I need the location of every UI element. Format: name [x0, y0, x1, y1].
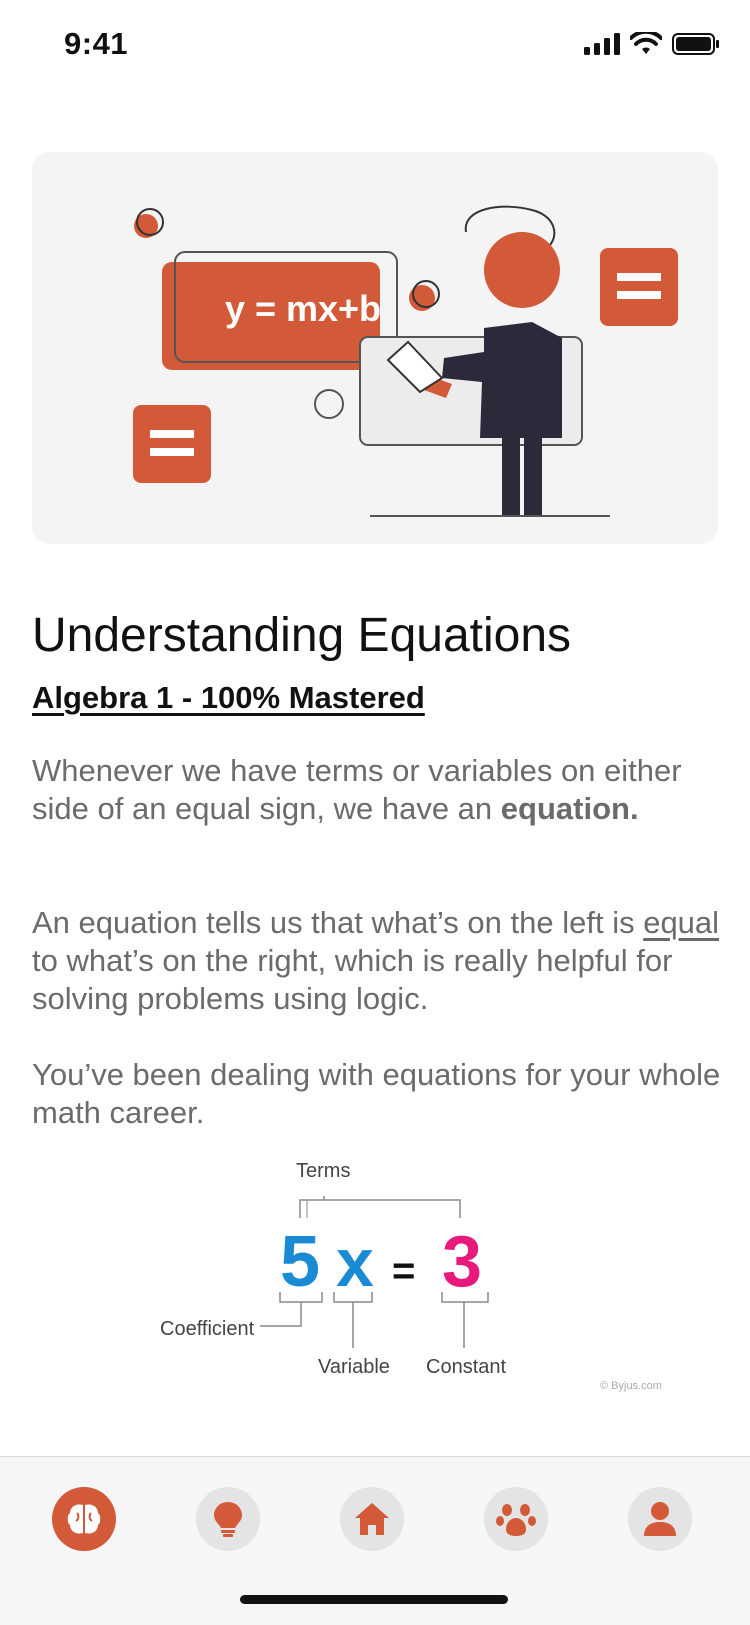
bottom-nav: [0, 1456, 750, 1625]
nav-community-button[interactable]: [484, 1487, 548, 1551]
home-indicator[interactable]: [240, 1595, 508, 1604]
nav-home-button[interactable]: [340, 1487, 404, 1551]
equation-term: equation.: [500, 791, 639, 826]
mastery-link[interactable]: Algebra 1 - 100% Mastered: [32, 680, 425, 716]
status-icons: [584, 32, 720, 56]
paragraph-explanation-text: to what’s on the right, which is really …: [32, 943, 673, 1016]
brain-icon: [67, 1504, 101, 1534]
paragraph-definition: Whenever we have terms or variables on e…: [32, 752, 722, 828]
page-title: Understanding Equations: [32, 609, 572, 662]
paragraph-explanation: An equation tells us that what’s on the …: [32, 904, 722, 1018]
equation-diagram: 5 x = 3 Terms Coefficient Variable Const…: [160, 1160, 700, 1446]
equation-label: y = mx+b: [224, 288, 382, 329]
equals-glyph: =: [392, 1249, 415, 1293]
coefficient-label: Coefficient: [160, 1318, 255, 1340]
status-bar: 9:41: [0, 0, 750, 92]
wifi-icon: [630, 32, 662, 54]
lightbulb-icon: [214, 1502, 242, 1537]
coefficient-glyph: 5: [280, 1222, 320, 1302]
equal-link[interactable]: equal: [643, 905, 719, 940]
math-teacher-illustration: [133, 205, 678, 517]
variable-glyph: x: [336, 1225, 374, 1301]
paw-icon: [496, 1504, 536, 1536]
constant-label: Constant: [426, 1356, 507, 1378]
image-credit: © Byjus.com: [600, 1380, 662, 1392]
paragraph-explanation-lead: An equation tells us that what’s on the …: [32, 905, 644, 940]
home-icon: [355, 1503, 389, 1535]
paragraph-closing: You’ve been dealing with equations for y…: [32, 1057, 721, 1130]
user-icon: [644, 1502, 676, 1536]
battery-icon: [672, 33, 719, 55]
hero-illustration: y = mx+b: [32, 152, 718, 544]
nav-ideas-button[interactable]: [196, 1487, 260, 1551]
constant-glyph: 3: [442, 1222, 482, 1302]
nav-profile-button[interactable]: [628, 1487, 692, 1551]
terms-label: Terms: [296, 1160, 351, 1182]
status-time: 9:41: [64, 26, 129, 61]
variable-label: Variable: [318, 1356, 390, 1378]
cellular-signal-icon: [584, 33, 620, 55]
nav-learn-button[interactable]: [52, 1487, 116, 1551]
